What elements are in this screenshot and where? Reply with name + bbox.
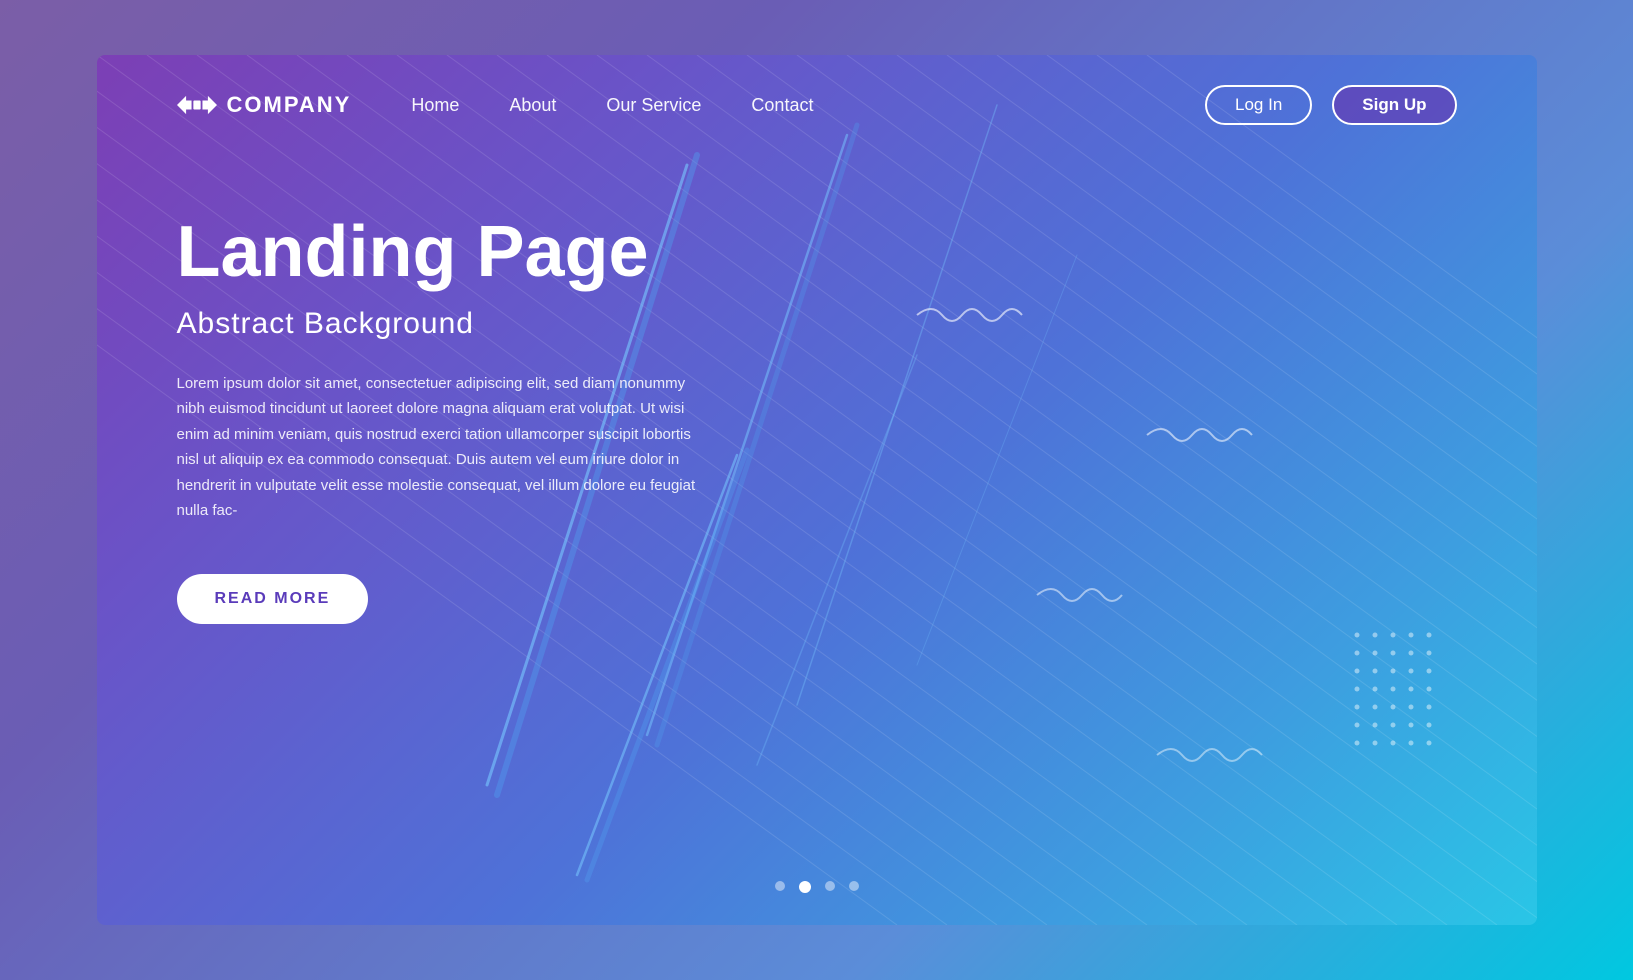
nav-home[interactable]: Home bbox=[411, 95, 459, 116]
slide-dots bbox=[775, 881, 859, 893]
nav-contact[interactable]: Contact bbox=[751, 95, 813, 116]
slide-dot-2[interactable] bbox=[799, 881, 811, 893]
slide-dot-4[interactable] bbox=[849, 881, 859, 891]
outer-wrapper: COMPANY Home About Our Service Contact L… bbox=[97, 55, 1537, 925]
nav-about[interactable]: About bbox=[509, 95, 556, 116]
hero-section: Landing Page Abstract Background Lorem i… bbox=[97, 155, 797, 624]
hero-subtitle: Abstract Background bbox=[177, 307, 717, 341]
login-button[interactable]: Log In bbox=[1205, 85, 1312, 125]
page-card: COMPANY Home About Our Service Contact L… bbox=[97, 55, 1537, 925]
logo-text: COMPANY bbox=[227, 92, 352, 118]
read-more-button[interactable]: READ MORE bbox=[177, 574, 369, 624]
nav-service[interactable]: Our Service bbox=[606, 95, 701, 116]
slide-dot-3[interactable] bbox=[825, 881, 835, 891]
hero-body: Lorem ipsum dolor sit amet, consectetuer… bbox=[177, 371, 697, 524]
slide-dot-1[interactable] bbox=[775, 881, 785, 891]
logo-icon bbox=[177, 91, 217, 119]
hero-title: Landing Page bbox=[177, 215, 717, 291]
signup-button[interactable]: Sign Up bbox=[1332, 85, 1456, 125]
logo[interactable]: COMPANY bbox=[177, 91, 352, 119]
nav-actions: Log In Sign Up bbox=[1205, 85, 1456, 125]
nav-links: Home About Our Service Contact bbox=[411, 95, 1205, 116]
navbar: COMPANY Home About Our Service Contact L… bbox=[97, 55, 1537, 155]
